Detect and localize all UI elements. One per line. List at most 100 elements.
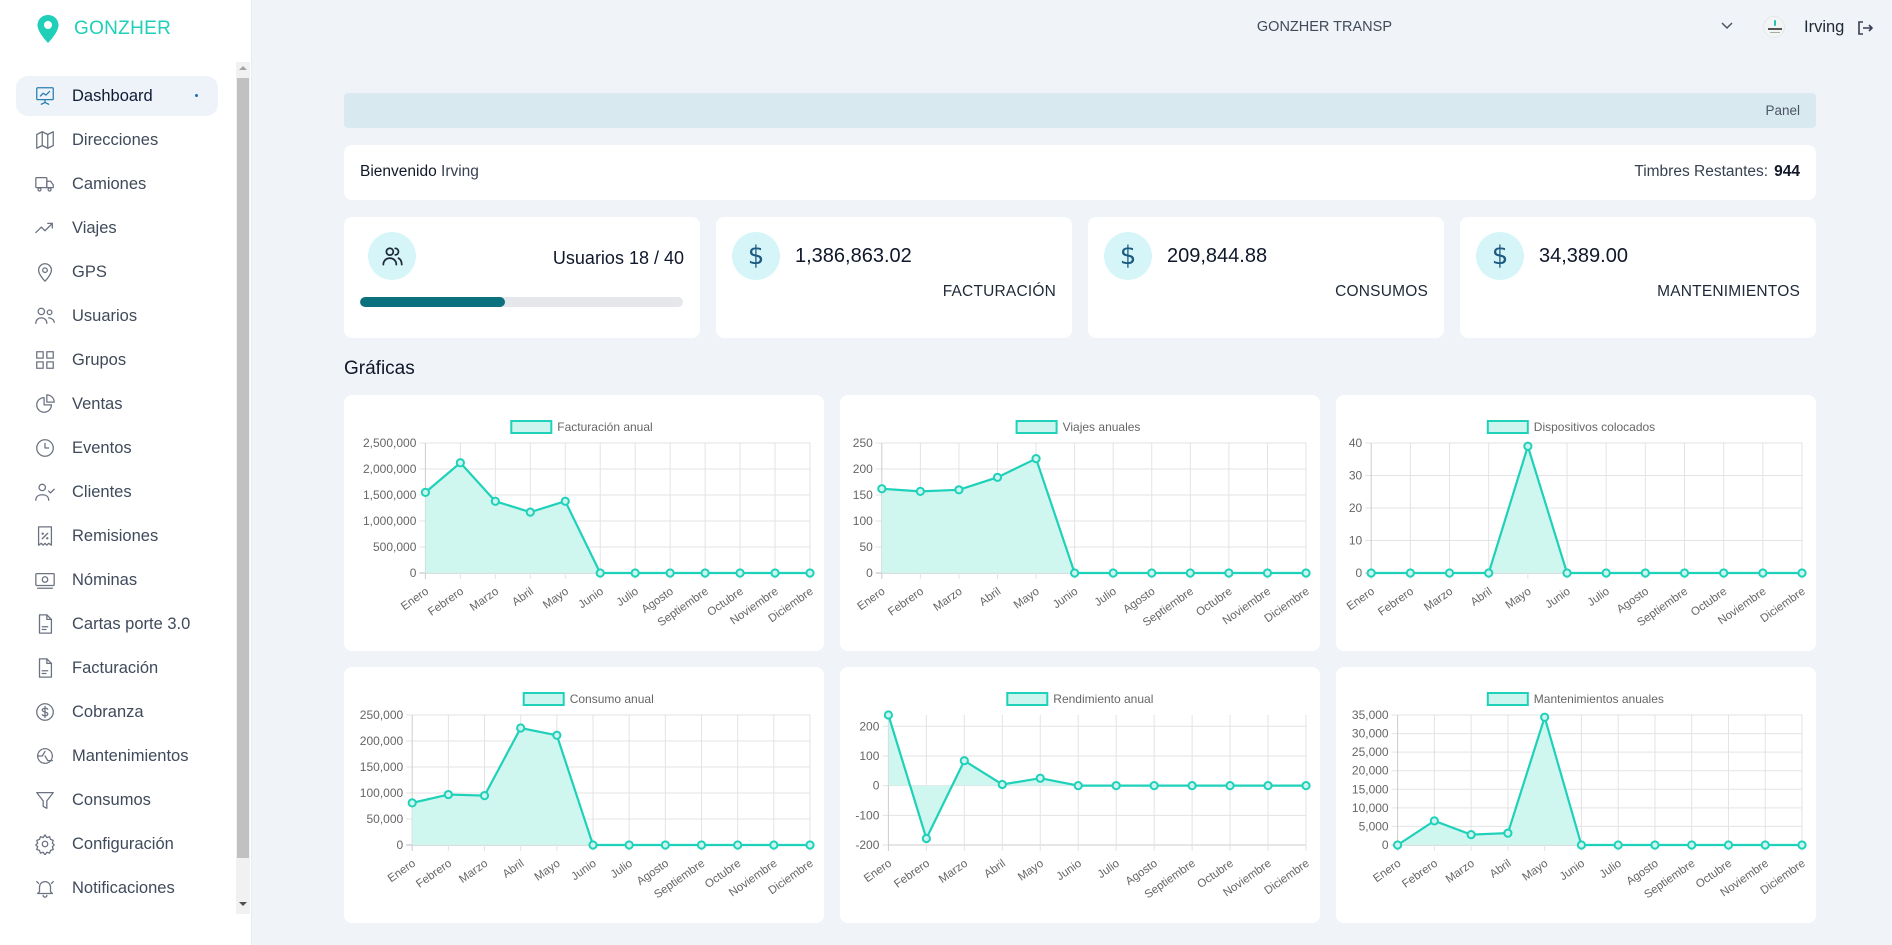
sidebar-item-mantenimientos[interactable]: Mantenimientos	[16, 736, 218, 776]
sidebar-item-ventas[interactable]: Ventas	[16, 384, 218, 424]
x-tick-label: Enero	[386, 858, 418, 885]
x-tick-label: Abril	[510, 586, 536, 609]
x-tick-label: Febrero	[886, 586, 926, 619]
data-point	[1540, 712, 1550, 722]
data-point	[1797, 568, 1807, 578]
sidebar-item-nominas[interactable]: Nóminas	[16, 560, 218, 600]
data-point	[1576, 840, 1587, 850]
data-point	[420, 487, 431, 498]
x-tick-label: Junio	[1051, 586, 1080, 612]
data-point	[733, 840, 743, 850]
y-tick-label: 35,000	[1352, 708, 1389, 722]
data-point	[1760, 840, 1770, 850]
legend-swatch	[522, 692, 565, 706]
facturacion-stat-card[interactable]: $ 1,386,863.02 FACTURACIÓN	[716, 217, 1072, 338]
x-tick-label: Enero	[1345, 586, 1377, 613]
data-point	[490, 496, 500, 506]
y-tick-label: 0	[410, 566, 417, 580]
sidebar-item-dashboard[interactable]: Dashboard	[16, 76, 218, 116]
consumos-stat-card[interactable]: $ 209,844.88 CONSUMOS	[1088, 217, 1444, 338]
data-point	[954, 485, 964, 495]
x-tick-label: Abril	[501, 858, 527, 881]
grid-icon	[34, 349, 56, 371]
data-point	[1393, 840, 1403, 850]
data-point	[1687, 840, 1697, 850]
data-point	[660, 840, 670, 850]
x-tick-label: Mayo	[1016, 858, 1046, 884]
x-tick-label: Marzo	[1422, 586, 1455, 614]
x-tick-label: Junio	[1543, 586, 1572, 612]
sidebar-item-direcciones[interactable]: Direcciones	[16, 120, 218, 160]
data-point	[1719, 568, 1729, 578]
sidebar-item-remisiones[interactable]: Remisiones	[16, 516, 218, 556]
y-tick-label: 250	[853, 436, 873, 450]
dollar-icon: $	[1491, 241, 1509, 271]
chevron-down-icon[interactable]	[1721, 22, 1733, 30]
sidebar-item-consumos[interactable]: Consumos	[16, 780, 218, 820]
y-tick-label: 100	[859, 749, 879, 763]
scrollbar-thumb[interactable]	[237, 78, 249, 858]
sidebar-item-gps[interactable]: GPS	[16, 252, 218, 292]
chart-card-mantenimientos: Mantenimientos anuales 0 5,000 10,000 15,000…	[1336, 667, 1816, 923]
sidebar-item-facturacion[interactable]: Facturación	[16, 648, 218, 688]
sidebar-item-viajes[interactable]: Viajes	[16, 208, 218, 248]
sidebar-item-configuracion[interactable]: Configuración	[16, 824, 218, 864]
area-fill	[425, 462, 810, 573]
x-tick-label: Enero	[1371, 858, 1403, 885]
data-point	[770, 568, 780, 578]
sidebar-item-usuarios[interactable]: Usuarios	[16, 296, 218, 336]
logout-icon[interactable]	[1857, 20, 1874, 36]
sidebar-item-notificaciones[interactable]: Notificaciones	[16, 868, 218, 908]
sidebar-item-cartas-porte[interactable]: Cartas porte 3.0	[16, 604, 218, 644]
y-tick-label: 0	[873, 779, 880, 793]
sidebar-item-grupos[interactable]: Grupos	[16, 340, 218, 380]
sidebar-item-label: Camiones	[72, 174, 147, 193]
data-point	[1484, 568, 1494, 578]
legend-label: Viajes anuales	[1063, 420, 1141, 434]
x-tick-label: Abril	[1488, 858, 1514, 881]
company-selector[interactable]: GONZHER TRANSP	[1257, 19, 1392, 35]
chart-card-facturacion: Facturación anual 0 500,000 1,000,000 1,500,…	[344, 395, 824, 651]
y-tick-label: 150,000	[360, 760, 404, 774]
scroll-up-arrow-icon[interactable]	[239, 66, 247, 70]
data-point	[665, 568, 675, 578]
document-icon	[34, 613, 56, 635]
data-point	[1149, 781, 1159, 791]
data-point	[883, 710, 894, 720]
username[interactable]: Irving	[1804, 18, 1844, 37]
data-point	[525, 507, 535, 517]
sidebar-item-camiones[interactable]: Camiones	[16, 164, 218, 204]
sidebar-scrollbar[interactable]	[236, 62, 250, 914]
facturacion-chart: Facturación anual 0 500,000 1,000,000 1,500,…	[363, 420, 816, 629]
x-tick-label: Febrero	[892, 858, 932, 891]
consumos-label: CONSUMOS	[1335, 283, 1428, 300]
x-tick-label: Junio	[577, 586, 606, 612]
area-fill	[1371, 446, 1802, 573]
truck-icon	[34, 173, 56, 195]
sidebar-item-clientes[interactable]: Clientes	[16, 472, 218, 512]
x-tick-label: Junio	[1055, 858, 1084, 884]
sidebar-item-label: Ventas	[72, 394, 123, 413]
x-tick-label: Abril	[1469, 586, 1495, 609]
scroll-down-arrow-icon[interactable]	[239, 902, 247, 906]
sidebar-item-cobranza[interactable]: Cobranza	[16, 692, 218, 732]
y-tick-label: 30,000	[1352, 727, 1389, 741]
stamps-label: Timbres Restantes:	[1634, 163, 1769, 180]
series-line	[1396, 713, 1802, 847]
legend-label: Rendimiento anual	[1053, 692, 1153, 706]
avatar[interactable]	[1763, 16, 1785, 38]
x-tick-label: Julio	[1096, 858, 1122, 881]
y-tick-label: 50,000	[366, 812, 403, 826]
mantenimientos-stat-card[interactable]: $ 34,389.00 MANTENIMIENTOS	[1460, 217, 1816, 338]
sidebar-item-eventos[interactable]: Eventos	[16, 428, 218, 468]
y-tick-label: 20	[1349, 501, 1363, 515]
x-tick-label: Julio	[1093, 586, 1119, 609]
brand-logo[interactable]: GONZHER	[36, 14, 171, 44]
data-point	[624, 840, 634, 850]
sidebar-item-label: Nóminas	[72, 570, 138, 589]
sidebar-item-label: Clientes	[72, 482, 132, 501]
data-point	[1366, 568, 1376, 578]
dispositivos-chart: Dispositivos colocados 0 10 20 30 40 Enero Febr…	[1345, 420, 1808, 629]
y-tick-label: -200	[855, 838, 879, 852]
section-title: Gráficas	[344, 358, 415, 379]
